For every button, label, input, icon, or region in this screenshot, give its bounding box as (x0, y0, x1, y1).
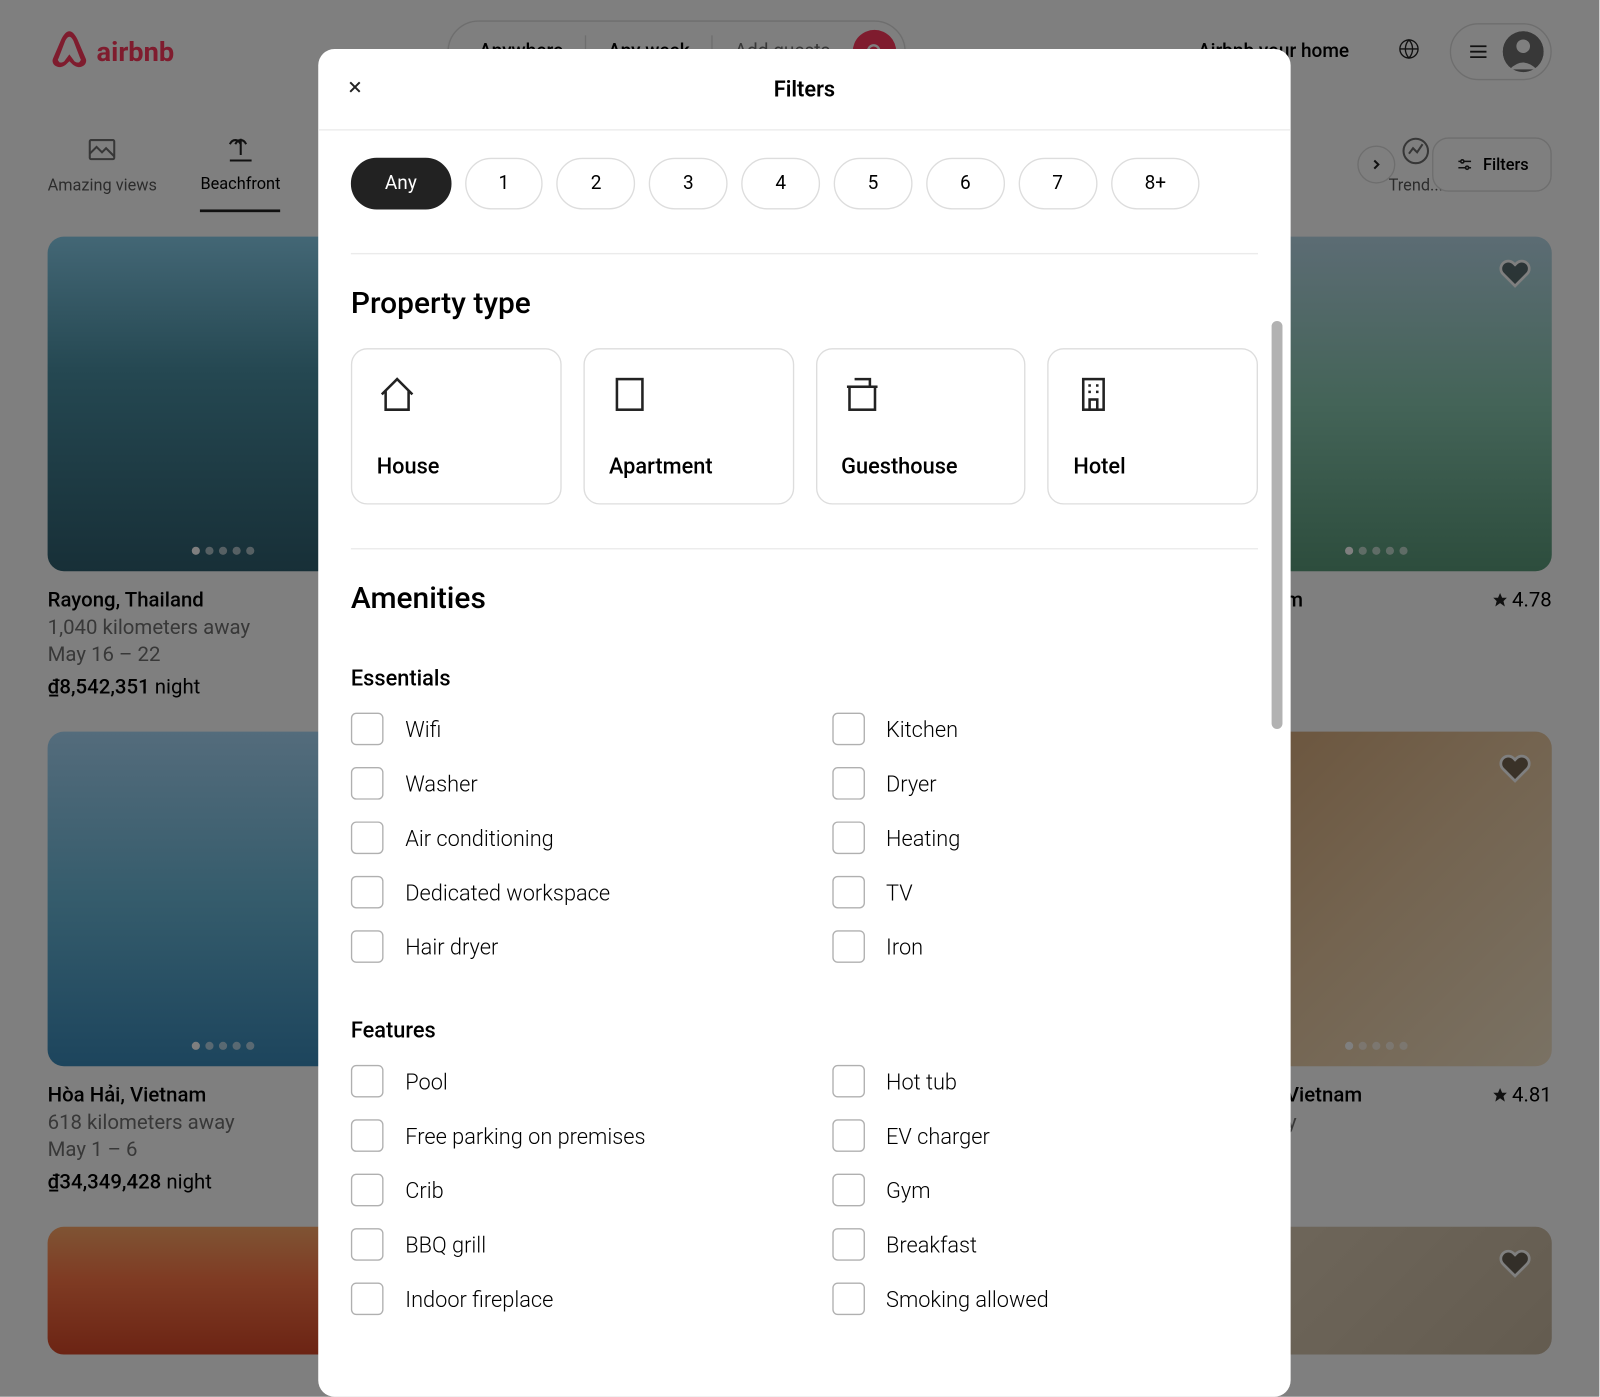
pill-4[interactable]: 4 (741, 158, 820, 210)
checkbox[interactable] (832, 1065, 865, 1098)
pill-any[interactable]: Any (351, 158, 451, 210)
amenity-label: Heating (886, 825, 960, 851)
checkbox[interactable] (351, 1282, 384, 1315)
checkbox[interactable] (351, 1174, 384, 1207)
amenity-label: Dryer (886, 770, 937, 796)
amenity-label: Wifi (405, 716, 441, 742)
property-type-title: Property type (351, 254, 1258, 348)
amenity-label: Pool (405, 1068, 448, 1094)
checkbox[interactable] (832, 713, 865, 746)
amenity-ev-charger[interactable]: EV charger (832, 1119, 1258, 1152)
modal-header: Filters (318, 49, 1290, 131)
bed-pill-row: Any 1 2 3 4 5 6 7 8+ (351, 131, 1258, 253)
amenity-hot-tub[interactable]: Hot tub (832, 1065, 1258, 1098)
amenity-label: BBQ grill (405, 1231, 486, 1257)
amenity-label: Kitchen (886, 716, 958, 742)
pill-8plus[interactable]: 8+ (1111, 158, 1201, 210)
checkbox[interactable] (351, 930, 384, 963)
close-icon (345, 77, 364, 96)
property-types-grid: House Apartment Guesthouse Hotel (351, 348, 1258, 548)
pill-2[interactable]: 2 (557, 158, 636, 210)
property-type-house[interactable]: House (351, 348, 561, 504)
amenity-label: Hot tub (886, 1068, 957, 1094)
checkbox[interactable] (832, 1282, 865, 1315)
checkbox[interactable] (351, 767, 384, 800)
checkbox[interactable] (351, 1065, 384, 1098)
checkbox[interactable] (351, 876, 384, 909)
property-type-hotel[interactable]: Hotel (1048, 348, 1258, 504)
amenity-kitchen[interactable]: Kitchen (832, 713, 1258, 746)
pill-1[interactable]: 1 (464, 158, 543, 210)
amenity-gym[interactable]: Gym (832, 1174, 1258, 1207)
property-type-label: Apartment (609, 453, 768, 479)
property-type-guesthouse[interactable]: Guesthouse (815, 348, 1025, 504)
guesthouse-icon (841, 374, 882, 415)
pill-6[interactable]: 6 (926, 158, 1005, 210)
amenity-wifi[interactable]: Wifi (351, 713, 777, 746)
amenity-tv[interactable]: TV (832, 876, 1258, 909)
checkbox[interactable] (832, 1228, 865, 1261)
amenity-breakfast[interactable]: Breakfast (832, 1228, 1258, 1261)
essentials-title: Essentials (351, 643, 1258, 712)
property-type-apartment[interactable]: Apartment (583, 348, 793, 504)
amenity-air-conditioning[interactable]: Air conditioning (351, 821, 777, 854)
modal-body: Any 1 2 3 4 5 6 7 8+ Property type House… (318, 131, 1290, 1397)
property-type-label: House (377, 453, 536, 479)
amenity-label: Gym (886, 1177, 931, 1203)
modal-close-button[interactable] (345, 77, 364, 101)
checkbox[interactable] (351, 1119, 384, 1152)
amenity-label: Breakfast (886, 1231, 977, 1257)
features-title: Features (351, 996, 1258, 1065)
amenity-label: Smoking allowed (886, 1286, 1049, 1312)
amenity-heating[interactable]: Heating (832, 821, 1258, 854)
house-icon (377, 374, 418, 415)
amenity-label: Iron (886, 934, 923, 960)
amenity-bbq-grill[interactable]: BBQ grill (351, 1228, 777, 1261)
amenity-label: Dedicated workspace (405, 879, 610, 905)
amenity-label: Indoor fireplace (405, 1286, 553, 1312)
property-type-label: Guesthouse (841, 453, 1000, 479)
amenity-label: Crib (405, 1177, 443, 1203)
hotel-icon (1073, 374, 1114, 415)
amenity-hair-dryer[interactable]: Hair dryer (351, 930, 777, 963)
amenity-indoor-fireplace[interactable]: Indoor fireplace (351, 1282, 777, 1315)
features-grid: Pool Hot tub Free parking on premises EV… (351, 1065, 1258, 1348)
amenity-pool[interactable]: Pool (351, 1065, 777, 1098)
checkbox[interactable] (832, 767, 865, 800)
amenity-washer[interactable]: Washer (351, 767, 777, 800)
checkbox[interactable] (351, 713, 384, 746)
pill-7[interactable]: 7 (1018, 158, 1097, 210)
pill-5[interactable]: 5 (834, 158, 913, 210)
scrollbar[interactable] (1272, 321, 1283, 729)
amenity-dedicated-workspace[interactable]: Dedicated workspace (351, 876, 777, 909)
modal-title: Filters (774, 76, 835, 102)
amenity-free-parking[interactable]: Free parking on premises (351, 1119, 777, 1152)
essentials-grid: Wifi Kitchen Washer Dryer Air conditioni… (351, 713, 1258, 996)
checkbox[interactable] (832, 876, 865, 909)
amenity-label: Free parking on premises (405, 1123, 645, 1149)
filters-modal: Filters Any 1 2 3 4 5 6 7 8+ Property ty… (318, 49, 1290, 1397)
amenity-label: TV (886, 879, 913, 905)
amenity-label: Hair dryer (405, 934, 498, 960)
checkbox[interactable] (832, 930, 865, 963)
amenity-label: Air conditioning (405, 825, 553, 851)
amenity-crib[interactable]: Crib (351, 1174, 777, 1207)
property-type-label: Hotel (1073, 453, 1232, 479)
apartment-icon (609, 374, 650, 415)
amenity-iron[interactable]: Iron (832, 930, 1258, 963)
checkbox[interactable] (832, 821, 865, 854)
amenities-title: Amenities (351, 549, 1258, 643)
amenity-label: Washer (405, 770, 477, 796)
pill-3[interactable]: 3 (649, 158, 728, 210)
checkbox[interactable] (351, 821, 384, 854)
checkbox[interactable] (832, 1174, 865, 1207)
checkbox[interactable] (832, 1119, 865, 1152)
checkbox[interactable] (351, 1228, 384, 1261)
amenity-smoking-allowed[interactable]: Smoking allowed (832, 1282, 1258, 1315)
amenity-label: EV charger (886, 1123, 990, 1149)
amenity-dryer[interactable]: Dryer (832, 767, 1258, 800)
